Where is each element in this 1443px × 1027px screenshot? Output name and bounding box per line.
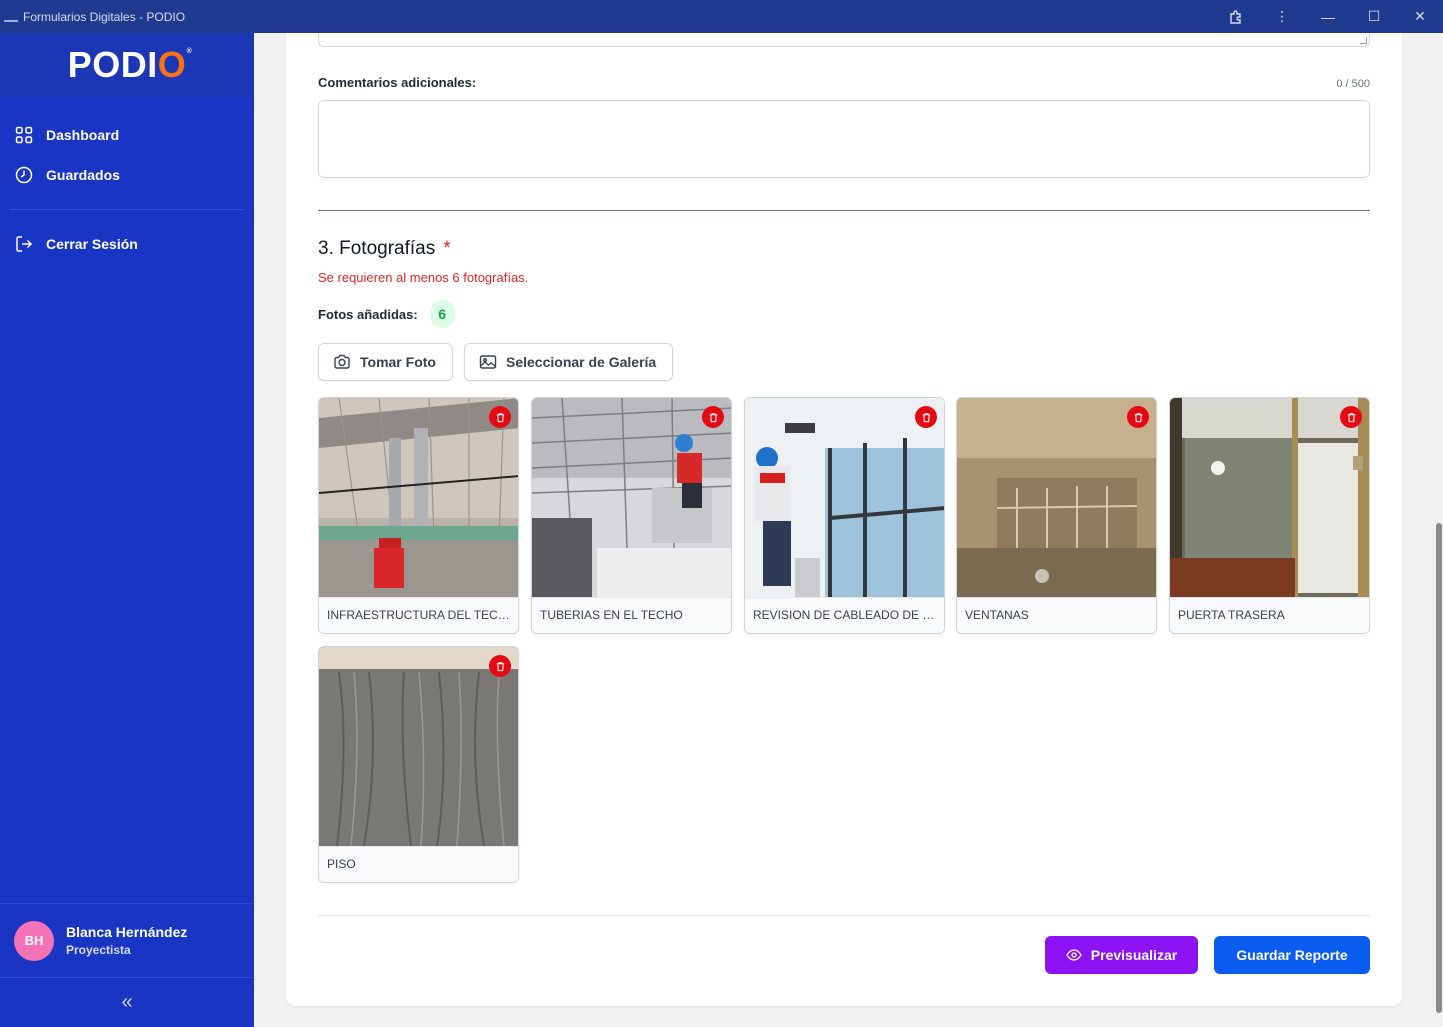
trash-icon — [1347, 412, 1355, 422]
comments-char-counter: 0 / 500 — [1336, 78, 1370, 90]
section-divider — [318, 210, 1370, 211]
photo-card[interactable]: INFRAESTRUCTURA DEL TECHO — [318, 397, 519, 634]
sidebar-item-guardados[interactable]: Guardados — [0, 155, 254, 195]
sidebar: PODIO ® Dashboard Guardados Cerrar Sesión… — [0, 33, 254, 1027]
trash-icon — [1134, 412, 1142, 422]
delete-photo-button[interactable] — [915, 406, 937, 428]
avatar: BH — [14, 920, 54, 961]
report-form-card: Comentarios adicionales: 0 / 500 3. Foto… — [286, 33, 1402, 1006]
user-name: Blanca Hernández — [66, 924, 188, 940]
delete-photo-button[interactable] — [702, 406, 724, 428]
close-button[interactable]: ✕ — [1397, 0, 1443, 33]
photo-card[interactable]: REVISION DE CABLEADO DE LUC... — [744, 397, 945, 634]
clock-icon — [15, 166, 33, 184]
photos-count-badge: 6 — [429, 300, 455, 328]
comments-label: Comentarios adicionales: — [318, 75, 477, 90]
window-titlebar: Formularios Digitales - PODIO ⋮ — ☐ ✕ — [0, 0, 1443, 33]
eye-icon — [1066, 949, 1082, 961]
photo-card[interactable]: TUBERIAS EN EL TECHO — [531, 397, 732, 634]
sidebar-nav: Dashboard Guardados Cerrar Sesión — [0, 97, 254, 264]
photo-card[interactable]: PUERTA TRASERA — [1169, 397, 1370, 634]
photo-caption: REVISION DE CABLEADO DE LUC... — [745, 597, 944, 633]
image-icon — [479, 355, 497, 369]
more-options-icon[interactable]: ⋮ — [1259, 0, 1305, 33]
trash-icon — [709, 412, 717, 422]
photo-caption: TUBERIAS EN EL TECHO — [532, 597, 731, 633]
trash-icon — [496, 412, 504, 422]
photos-count-row: Fotos añadidas: 6 — [318, 300, 455, 328]
actions-divider — [318, 915, 1370, 916]
camera-icon — [334, 354, 350, 369]
photo-card[interactable]: VENTANAS — [956, 397, 1157, 634]
logout-button[interactable]: Cerrar Sesión — [0, 224, 254, 264]
previous-textarea[interactable] — [318, 33, 1370, 47]
photos-count-label: Fotos añadidas: — [318, 306, 418, 322]
resize-handle-icon[interactable] — [1360, 37, 1367, 44]
logout-icon — [16, 236, 33, 252]
take-photo-button[interactable]: Tomar Foto — [318, 343, 453, 381]
nav-divider — [10, 209, 244, 210]
podio-logo[interactable]: PODIO ® — [68, 44, 192, 86]
delete-photo-button[interactable] — [489, 655, 511, 677]
photo-thumbnail — [319, 647, 518, 846]
photo-thumbnail — [1170, 398, 1369, 597]
save-report-button[interactable]: Guardar Reporte — [1214, 936, 1370, 974]
required-asterisk: * — [443, 238, 451, 259]
trash-icon — [496, 661, 504, 671]
sidebar-item-dashboard[interactable]: Dashboard — [0, 115, 254, 155]
sidebar-item-label: Guardados — [46, 167, 120, 183]
user-profile[interactable]: BH Blanca Hernández Proyectista — [0, 903, 254, 977]
brand-header: PODIO ® — [0, 33, 254, 97]
logout-label: Cerrar Sesión — [46, 236, 138, 252]
user-role: Proyectista — [66, 943, 131, 957]
select-gallery-button[interactable]: Seleccionar de Galería — [464, 343, 674, 381]
window-title: Formularios Digitales - PODIO — [23, 9, 186, 24]
app-icon — [4, 12, 18, 22]
delete-photo-button[interactable] — [1127, 406, 1149, 428]
preview-button[interactable]: Previsualizar — [1045, 936, 1198, 974]
minimize-button[interactable]: — — [1305, 0, 1351, 33]
photo-caption: PUERTA TRASERA — [1170, 597, 1369, 633]
delete-photo-button[interactable] — [1340, 406, 1362, 428]
photo-thumbnail — [745, 398, 944, 597]
sidebar-item-label: Dashboard — [46, 127, 120, 143]
photo-caption: INFRAESTRUCTURA DEL TECHO — [319, 597, 518, 633]
photos-requirement-message: Se requieren al menos 6 fotografías. — [318, 270, 529, 285]
delete-photo-button[interactable] — [489, 406, 511, 428]
page-scrollbar[interactable] — [1435, 33, 1443, 1027]
photo-caption: VENTANAS — [957, 597, 1156, 633]
photo-thumbnail — [957, 398, 1156, 597]
photo-thumbnail — [319, 398, 518, 597]
photos-section-title: 3. Fotografías * — [318, 238, 451, 259]
scrollbar-thumb[interactable] — [1436, 523, 1442, 1013]
grid-icon — [15, 126, 33, 144]
photo-caption: PISO — [319, 846, 518, 882]
comments-textarea[interactable] — [318, 100, 1370, 178]
collapse-sidebar-button[interactable]: « — [0, 977, 254, 1027]
extensions-icon[interactable] — [1213, 0, 1259, 33]
chevrons-left-icon: « — [121, 991, 133, 1013]
photo-thumbnail — [532, 398, 731, 597]
trash-icon — [922, 412, 930, 422]
photo-card[interactable]: PISO — [318, 646, 519, 883]
maximize-button[interactable]: ☐ — [1351, 0, 1397, 33]
